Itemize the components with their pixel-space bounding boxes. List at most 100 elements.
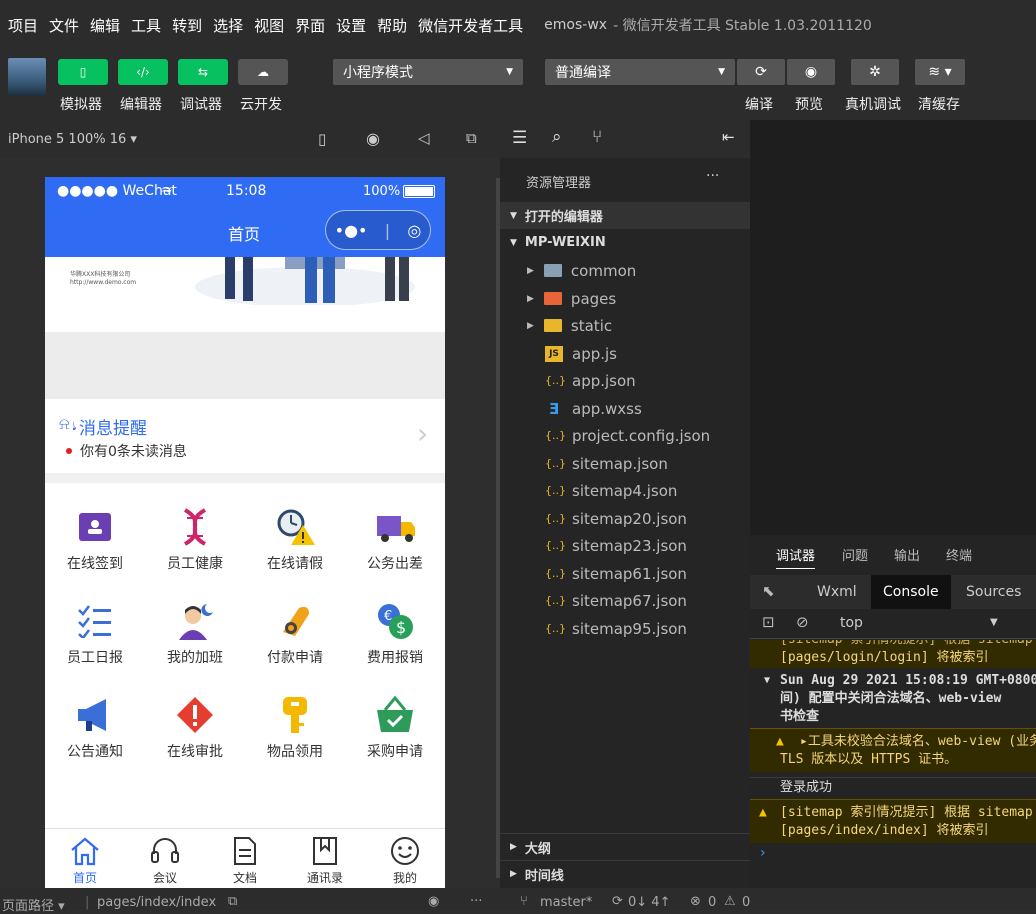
outline-section[interactable]: ▶ 大纲: [500, 833, 750, 860]
console-prompt-icon[interactable]: ›: [760, 845, 766, 861]
tab-sources[interactable]: Sources: [954, 575, 1033, 609]
open-editors-section[interactable]: ▼ 打开的编辑器: [500, 202, 750, 229]
tree-folder[interactable]: ▶ common: [500, 257, 750, 284]
editor-button[interactable]: ‹/›: [118, 59, 168, 85]
clear-cache-button[interactable]: ≋ ▾: [915, 59, 965, 85]
tab-contacts[interactable]: 通讯录: [285, 833, 365, 886]
menu-item-help[interactable]: 帮助: [377, 15, 407, 36]
inspect-icon[interactable]: ⬉: [762, 582, 775, 600]
menu-item-edit[interactable]: 编辑: [90, 15, 120, 36]
menu-item-goto[interactable]: 转到: [172, 15, 202, 36]
clear-console-icon[interactable]: ⊘: [796, 613, 809, 631]
more-icon[interactable]: ···: [470, 894, 482, 909]
cloud-button[interactable]: ☁: [238, 59, 288, 85]
menu-item-settings[interactable]: 设置: [336, 15, 366, 36]
tree-file[interactable]: {..} sitemap61.json: [500, 560, 750, 587]
tab-problems[interactable]: 问题: [842, 545, 868, 564]
more-icon[interactable]: ···: [706, 168, 719, 184]
grid-item-daily[interactable]: 员工日报: [45, 589, 145, 679]
grid-item-payment[interactable]: 付款申请: [245, 589, 345, 679]
tree-file[interactable]: {..} sitemap67.json: [500, 587, 750, 614]
menu-item-file[interactable]: 文件: [49, 15, 79, 36]
tree-file[interactable]: {..} app.json: [500, 367, 750, 394]
tab-meeting[interactable]: 会议: [125, 833, 205, 886]
avatar[interactable]: [8, 58, 46, 96]
list-icon[interactable]: ☰: [512, 128, 527, 148]
tree-file[interactable]: JS app.js: [500, 340, 750, 367]
tab-home[interactable]: 首页: [45, 833, 125, 886]
message-card[interactable]: 🔔︎ ⍾ 消息提醒 你有0条未读消息 ›: [45, 399, 445, 473]
msg-title: 消息提醒: [79, 419, 147, 439]
tab-wxml[interactable]: Wxml: [805, 575, 869, 609]
grid-item-health[interactable]: 员工健康: [145, 495, 245, 585]
tab-output[interactable]: 输出: [894, 545, 920, 564]
tree-folder[interactable]: ▶ pages: [500, 285, 750, 312]
menu-item-select[interactable]: 选择: [213, 15, 243, 36]
context-select[interactable]: top: [840, 615, 863, 631]
grid-item-overtime[interactable]: 我的加班: [145, 589, 245, 679]
mode-select-value: 小程序模式: [343, 65, 413, 81]
tab-label: 通讯录: [306, 871, 343, 885]
tree-file[interactable]: Ǝ app.wxss: [500, 395, 750, 422]
grid-item-checkin[interactable]: 在线签到: [45, 495, 145, 585]
search-icon[interactable]: ⌕: [552, 127, 562, 147]
grid-item-leave[interactable]: 在线请假: [245, 495, 345, 585]
grid-item-goods[interactable]: 物品领用: [245, 683, 345, 773]
tree-folder[interactable]: ▶ static: [500, 312, 750, 339]
tab-terminal[interactable]: 终端: [946, 545, 972, 564]
more-dots-icon[interactable]: •●•: [335, 221, 368, 240]
warning-count[interactable]: 0: [742, 895, 750, 910]
device-select[interactable]: iPhone 5 100% 16 ▾: [8, 132, 137, 147]
grid-item-reimburse[interactable]: € $ 费用报销: [345, 589, 445, 679]
grid-item-approval[interactable]: 在线审批: [145, 683, 245, 773]
tree-file[interactable]: {..} sitemap.json: [500, 450, 750, 477]
menu-item-devtools[interactable]: 微信开发者工具: [418, 15, 523, 36]
grid-item-notice[interactable]: 公告通知: [45, 683, 145, 773]
sidebar-toggle-icon[interactable]: ⊡: [762, 613, 775, 631]
project-root-section[interactable]: ▼ MP-WEIXIN: [500, 229, 750, 256]
tab-console[interactable]: Console: [871, 575, 951, 609]
tree-label: sitemap61.json: [572, 564, 687, 583]
tree-file[interactable]: {..} sitemap4.json: [500, 477, 750, 504]
close-circle-icon[interactable]: ◎: [407, 221, 421, 240]
basket-icon: [375, 695, 415, 735]
grid-label: 公告通知: [67, 744, 123, 760]
tree-file[interactable]: {..} sitemap23.json: [500, 532, 750, 559]
section-label: 打开的编辑器: [524, 210, 603, 225]
record-icon[interactable]: ◉: [366, 129, 380, 148]
timeline-section[interactable]: ▶ 时间线: [500, 860, 750, 887]
tab-me[interactable]: 我的: [365, 833, 445, 886]
key-icon: [275, 695, 315, 735]
preview-button[interactable]: ◉: [787, 59, 835, 85]
error-count[interactable]: 0: [708, 895, 716, 910]
tree-file[interactable]: {..} project.config.json: [500, 422, 750, 449]
copy-icon[interactable]: ⧉: [228, 894, 237, 909]
page-path-label[interactable]: 页面路径 ▾: [2, 895, 65, 914]
tree-file[interactable]: {..} sitemap95.json: [500, 615, 750, 642]
speaker-icon[interactable]: ◁: [418, 129, 430, 147]
phone-icon[interactable]: ▯: [318, 130, 326, 148]
mode-select[interactable]: 小程序模式 ▼: [333, 59, 523, 85]
grid-item-purchase[interactable]: 采购申请: [345, 683, 445, 773]
git-branch-icon[interactable]: ⑂: [592, 127, 602, 147]
branch-name[interactable]: master*: [540, 895, 592, 910]
eye-icon[interactable]: ◉: [428, 894, 439, 909]
tab-docs[interactable]: 文档: [205, 833, 285, 886]
window-icon[interactable]: ⧉: [466, 129, 477, 147]
compile-select[interactable]: 普通编译 ▼: [545, 59, 735, 85]
menu-item-interface[interactable]: 界面: [295, 15, 325, 36]
sync-status[interactable]: 0↓ 4↑: [628, 895, 670, 910]
tab-debugger[interactable]: 调试器: [776, 545, 816, 569]
compile-button[interactable]: ⟳: [737, 59, 785, 85]
grid-item-trip[interactable]: 公务出差: [345, 495, 445, 585]
remote-debug-button[interactable]: ✲: [851, 59, 899, 85]
capsule-menu[interactable]: •●• | ◎: [325, 210, 431, 250]
tree-file[interactable]: {..} sitemap20.json: [500, 505, 750, 532]
collapse-panel-icon[interactable]: ⇤: [722, 128, 735, 146]
debugger-button[interactable]: ⇆: [178, 59, 228, 85]
menu-item-view[interactable]: 视图: [254, 15, 284, 36]
simulator-button[interactable]: ▯: [58, 59, 108, 85]
menu-item-tools[interactable]: 工具: [131, 15, 161, 36]
menu-item-project[interactable]: 项目: [8, 15, 38, 36]
json-file-icon: {..}: [545, 566, 566, 580]
